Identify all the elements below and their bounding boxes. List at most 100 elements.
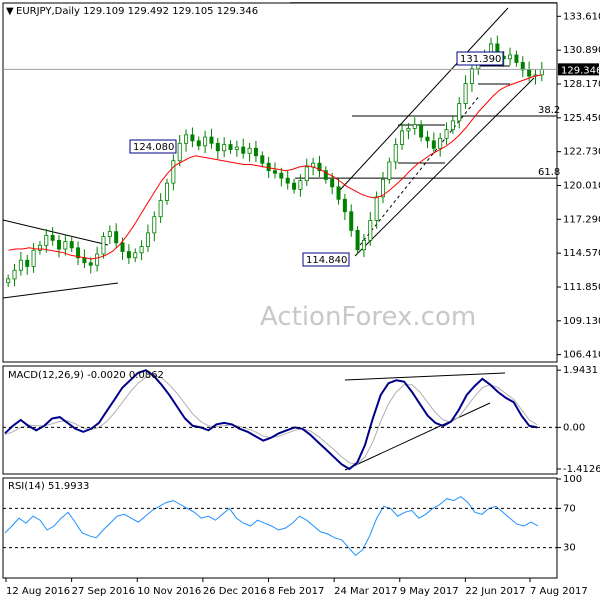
candle-body [37, 244, 42, 251]
candle-body [272, 170, 277, 174]
candle-body [126, 251, 131, 259]
price-y-tick-label: 117.290 [563, 214, 600, 225]
candle-body [368, 220, 373, 241]
x-tick-label: 12 Aug 2016 [6, 586, 70, 597]
candle-body [18, 259, 23, 271]
candle-body [444, 129, 449, 139]
candle-body [50, 234, 55, 241]
candle-body [228, 144, 233, 150]
candle-body [234, 146, 239, 150]
candle-body [431, 140, 436, 149]
candle-body [215, 142, 220, 152]
rsi-y-tick-label: 70 [563, 503, 576, 514]
candle-body [393, 144, 398, 163]
candle-body [412, 124, 417, 129]
candle-body [196, 140, 201, 147]
candle-body [469, 68, 474, 85]
candle-body [336, 186, 341, 200]
candle-body [285, 177, 290, 184]
candle-body [164, 182, 169, 201]
candle-body [177, 142, 182, 162]
candle-body [95, 253, 100, 266]
candle-body [520, 62, 525, 71]
price-y-tick-label: 106.410 [563, 350, 600, 361]
candle-body [279, 172, 284, 179]
candle-body [527, 69, 532, 77]
candle-body [63, 241, 68, 250]
price-annotation-label: 114.840 [306, 255, 347, 266]
candle-body [57, 239, 62, 250]
x-tick-label: 27 Sep 2016 [72, 586, 135, 597]
candle-body [539, 68, 544, 76]
watermark: ActionForex.com [260, 302, 476, 332]
candle-body [241, 146, 246, 154]
candle-body [247, 147, 252, 154]
price-y-tick-label: 133.610 [563, 11, 600, 22]
candle-body [425, 136, 430, 142]
candle-body [6, 278, 11, 284]
price-y-tick-label: 122.730 [563, 147, 600, 158]
candle-body [25, 259, 30, 267]
candle-body [88, 262, 93, 266]
candle-body [253, 147, 258, 157]
candle-body [133, 252, 138, 259]
candle-body [82, 257, 87, 264]
macd-y-tick-label: 0.00 [563, 422, 585, 433]
candle-body [419, 124, 424, 138]
candle-body [304, 166, 309, 182]
candle-body [342, 198, 347, 213]
x-tick-label: 8 Feb 2017 [269, 586, 325, 597]
price-header: EURJPY,Daily 129.109 129.492 129.105 129… [16, 6, 258, 17]
candle-body [222, 144, 227, 152]
candle-body [349, 211, 354, 231]
candle-body [69, 241, 74, 249]
candle-body [406, 127, 411, 132]
candle-body [463, 83, 468, 104]
x-tick-label: 7 Aug 2017 [530, 586, 588, 597]
x-tick-label: 22 Jun 2017 [465, 586, 525, 597]
candle-body [209, 136, 214, 144]
x-tick-label: 26 Dec 2016 [203, 586, 267, 597]
candle-body [114, 231, 119, 244]
candle-body [450, 120, 455, 131]
candle-body [158, 200, 163, 218]
candle-body [298, 180, 303, 190]
candle-body [120, 242, 125, 252]
price-y-tick-label: 125.450 [563, 113, 600, 124]
price-annotation-label: 124.080 [133, 142, 174, 153]
candle-body [457, 103, 462, 122]
rsi-y-tick-label: 30 [563, 543, 576, 554]
candle-body [12, 269, 17, 280]
rsi-y-tick-label: 100 [563, 474, 582, 485]
candle-body [152, 216, 157, 234]
price-y-tick-label: 114.570 [563, 248, 600, 259]
candle-body [107, 231, 112, 238]
candle-body [44, 234, 49, 246]
candle-body [184, 134, 189, 144]
price-y-tick-label: 111.850 [563, 282, 600, 293]
candle-body [260, 155, 265, 164]
candle-body [266, 162, 271, 172]
candle-body [374, 196, 379, 221]
fib-level-label: 38.2 [538, 105, 560, 116]
fib-level-label: 61.8 [538, 0, 560, 3]
last-price-label: 129.346 [561, 65, 600, 76]
price-header-arrow-icon: ▼ [6, 6, 14, 17]
macd-y-tick-label: 1.9431 [563, 365, 598, 376]
candle-body [101, 236, 106, 255]
macd-header: MACD(12,26,9) -0.0020 0.0862 [8, 370, 164, 381]
candle-body [387, 161, 392, 180]
candle-body [355, 229, 360, 251]
price-y-tick-label: 130.890 [563, 45, 600, 56]
candle-body [438, 137, 443, 149]
candle-body [203, 136, 208, 147]
x-tick-label: 9 May 2017 [400, 586, 459, 597]
candle-body [330, 178, 335, 188]
x-tick-label: 10 Nov 2016 [137, 586, 201, 597]
candle-body [508, 54, 513, 60]
candle-body [292, 182, 297, 190]
candle-body [361, 239, 366, 251]
candle-body [514, 54, 519, 63]
candle-body [190, 134, 195, 142]
rsi-header: RSI(14) 51.9933 [8, 481, 89, 492]
